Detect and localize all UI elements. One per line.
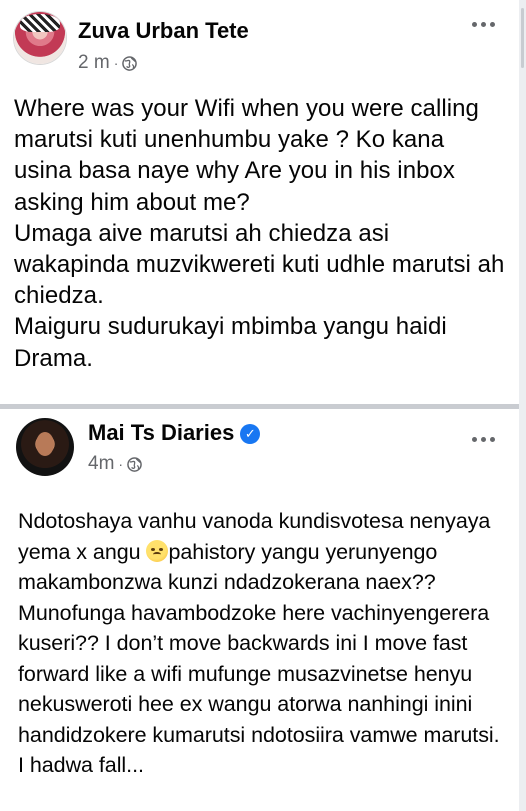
avatar[interactable] (16, 418, 74, 476)
more-options-icon[interactable] (472, 437, 495, 442)
post-text-cutoff: I hadwa fall... (18, 753, 144, 777)
post-time[interactable]: 2 m (78, 52, 110, 74)
post-text-part: pahistory yangu yerunyengo makambonzwa k… (18, 539, 500, 747)
worried-face-emoji-icon (146, 539, 169, 562)
post-text: Ndotoshaya vanhu vanoda kundisvotesa nen… (0, 489, 519, 781)
post: Zuva Urban Tete 2 m · Where was your Wif… (0, 0, 519, 408)
scrollbar[interactable] (519, 0, 526, 811)
post-time[interactable]: 4m (88, 453, 114, 475)
facebook-feed: Zuva Urban Tete 2 m · Where was your Wif… (0, 0, 526, 811)
author-name-label: Mai Ts Diaries (88, 420, 235, 445)
avatar[interactable] (14, 12, 66, 64)
globe-icon (127, 456, 142, 472)
meta-separator: · (118, 456, 124, 472)
scrollbar-thumb[interactable] (521, 8, 524, 68)
avatar-face (36, 432, 54, 456)
post-text: Where was your Wifi when you were callin… (14, 95, 505, 372)
author-name[interactable]: Zuva Urban Tete (78, 18, 249, 44)
post-meta: 2 m · (78, 52, 138, 74)
globe-icon (122, 55, 138, 71)
author-name[interactable]: Mai Ts Diaries ✓ (88, 420, 261, 446)
more-options-icon[interactable] (472, 22, 495, 27)
post-header: Mai Ts Diaries ✓ 4m · (0, 409, 519, 489)
post-header: Zuva Urban Tete 2 m · (0, 0, 519, 80)
meta-separator: · (113, 55, 119, 71)
verified-badge-icon: ✓ (240, 424, 261, 444)
post-meta: 4m · (88, 453, 142, 475)
post: Mai Ts Diaries ✓ 4m · Ndotoshaya vanhu va… (0, 409, 519, 781)
avatar-hat (20, 14, 60, 32)
